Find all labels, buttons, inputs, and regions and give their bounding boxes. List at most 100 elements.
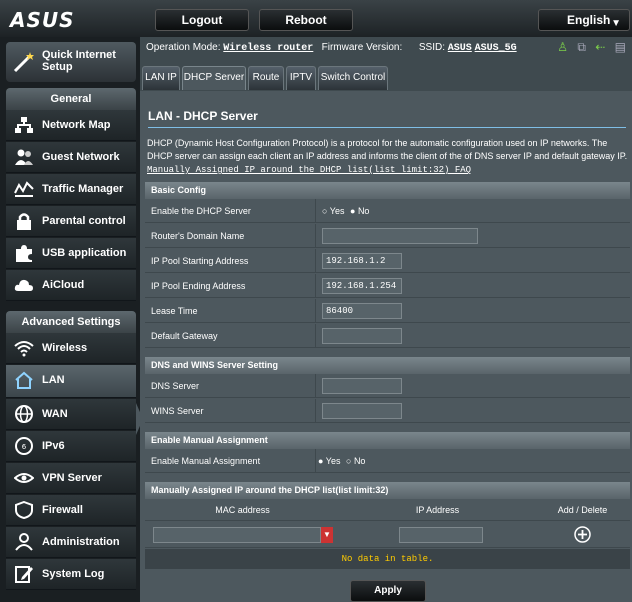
dhcp-yes-label: Yes [329,206,345,216]
manual-yes-label: Yes [325,456,341,466]
enable-dhcp-label: Enable the DHCP Server [151,206,251,216]
operation-mode-link[interactable]: Wireless router [223,43,313,54]
sidebar-item-system-log[interactable]: System Log [6,559,136,590]
manual-no-radio[interactable]: ○ No [346,456,365,466]
tab-iptv[interactable]: IPTV [286,66,316,90]
mac-dropdown-button[interactable]: ▼ [321,527,333,543]
ssid-5g-link[interactable]: ASUS_5G [475,43,517,54]
wins-server-row: WINS Server [145,399,630,423]
sidebar-item-wireless[interactable]: Wireless [6,333,136,364]
add-icon[interactable] [574,526,591,543]
ip-address-input[interactable] [399,527,483,543]
col-ip-address: IP Address [415,505,460,515]
dhcp-no-radio[interactable]: ● No [350,206,369,216]
sidebar-item-label: USB application [42,247,127,259]
ssid-label: SSID: [418,42,446,53]
dns-server-input[interactable] [322,378,402,394]
sidebar-item-aicloud[interactable]: AiCloud [6,270,136,301]
sidebar-item-label: Guest Network [42,151,120,163]
wins-server-input[interactable] [322,403,402,419]
domain-name-input[interactable] [322,228,478,244]
sidebar-item-guest-network[interactable]: Guest Network [6,142,136,173]
sidebar-item-lan[interactable]: LAN [6,365,136,398]
sidebar-item-label: Network Map [42,119,111,131]
dns-wins-header: DNS and WINS Server Setting [145,357,630,374]
cloud-icon [14,279,34,291]
manual-assignment-row: Enable Manual Assignment ● Yes ○ No [145,449,630,473]
domain-name-label: Router's Domain Name [151,231,245,241]
traffic-chart-icon [14,181,34,197]
status-icons: ♙ ⧉ ⇠ ▤ [551,40,626,55]
logout-button[interactable]: Logout [155,9,249,31]
sidebar-item-ipv6[interactable]: 6 IPv6 [6,431,136,462]
default-gateway-label: Default Gateway [151,331,218,341]
copy-icon[interactable]: ⧉ [577,40,586,54]
printer-icon[interactable]: ▤ [615,40,626,54]
sidebar: Quick Internet Setup General Network Map… [0,37,143,602]
pool-start-label: IP Pool Starting Address [151,256,249,266]
title-divider [148,127,626,128]
empty-table-message: No data in table. [145,549,630,569]
manual-entry-row: ▼ [145,522,630,548]
pool-end-input[interactable]: 192.168.1.254 [322,278,402,294]
operation-mode-label: Operation Mode: [146,42,221,53]
description-text: DHCP (Dynamic Host Configuration Protoco… [147,138,628,161]
sidebar-item-label: Traffic Manager [42,183,124,195]
usb-icon[interactable]: ⇠ [595,40,605,54]
reboot-button[interactable]: Reboot [259,9,353,31]
domain-name-row: Router's Domain Name [145,224,630,248]
sidebar-item-firewall[interactable]: Firewall [6,495,136,526]
ssid-2g-link[interactable]: ASUS [448,43,472,54]
sidebar-item-administration[interactable]: Administration [6,527,136,558]
apply-button[interactable]: Apply [350,580,426,602]
default-gateway-row: Default Gateway [145,324,630,348]
manual-list-columns: MAC address IP Address Add / Delete [145,499,630,521]
sidebar-item-label: System Log [42,568,105,580]
faq-link[interactable]: Manually Assigned IP around the DHCP lis… [147,165,471,175]
dns-server-label: DNS Server [151,381,200,391]
sidebar-item-parental-control[interactable]: Parental control [6,206,136,237]
chevron-down-icon: ▼ [611,18,621,29]
tab-lan-ip[interactable]: LAN IP [142,66,180,90]
sidebar-item-network-map[interactable]: Network Map [6,110,136,141]
default-gateway-input[interactable] [322,328,402,344]
tab-dhcp-server[interactable]: DHCP Server [182,66,246,90]
main-content: Operation Mode: Wireless router Firmware… [140,37,632,602]
sidebar-item-label: WAN [42,408,68,420]
sidebar-item-label: Administration [42,536,120,548]
language-select[interactable]: English ▼ [538,9,630,31]
log-edit-icon [15,566,33,583]
lease-time-label: Lease Time [151,306,198,316]
ipv6-globe-icon: 6 [15,437,33,455]
pool-end-label: IP Pool Ending Address [151,281,246,291]
dhcp-yes-radio[interactable]: ○ Yes [322,206,344,216]
mac-address-input[interactable] [153,527,321,543]
sidebar-item-vpn-server[interactable]: VPN Server [6,463,136,494]
pool-start-input[interactable]: 192.168.1.2 [322,253,402,269]
tab-route[interactable]: Route [248,66,284,90]
manual-yes-radio[interactable]: ● Yes [318,456,340,466]
sidebar-item-label: Parental control [42,215,126,227]
tab-switch-control[interactable]: Switch Control [318,66,388,90]
col-add-delete: Add / Delete [557,505,608,515]
globe-icon [15,405,33,423]
language-label: English [567,13,611,27]
status-line: Operation Mode: Wireless router Firmware… [146,42,517,54]
sidebar-item-traffic-manager[interactable]: Traffic Manager [6,174,136,205]
wand-icon [13,52,34,73]
enable-dhcp-row: Enable the DHCP Server ○ Yes ● No [145,199,630,223]
sidebar-item-label: VPN Server [42,472,102,484]
sidebar-item-label: LAN [42,374,65,386]
lease-time-row: Lease Time 86400 [145,299,630,323]
quick-internet-setup-button[interactable]: Quick Internet Setup [6,42,136,82]
lease-time-input[interactable]: 86400 [322,303,402,319]
asus-logo: ASUS [10,8,75,32]
network-map-icon [15,117,33,133]
wifi-icon [14,341,34,357]
sidebar-item-usb-application[interactable]: USB application [6,238,136,269]
clients-icon[interactable]: ♙ [557,40,568,54]
dns-server-row: DNS Server [145,374,630,398]
dhcp-panel: LAN - DHCP Server DHCP (Dynamic Host Con… [140,91,632,602]
sidebar-item-wan[interactable]: WAN [6,399,136,430]
tab-bar: LAN IP DHCP Server Route IPTV Switch Con… [140,63,632,91]
